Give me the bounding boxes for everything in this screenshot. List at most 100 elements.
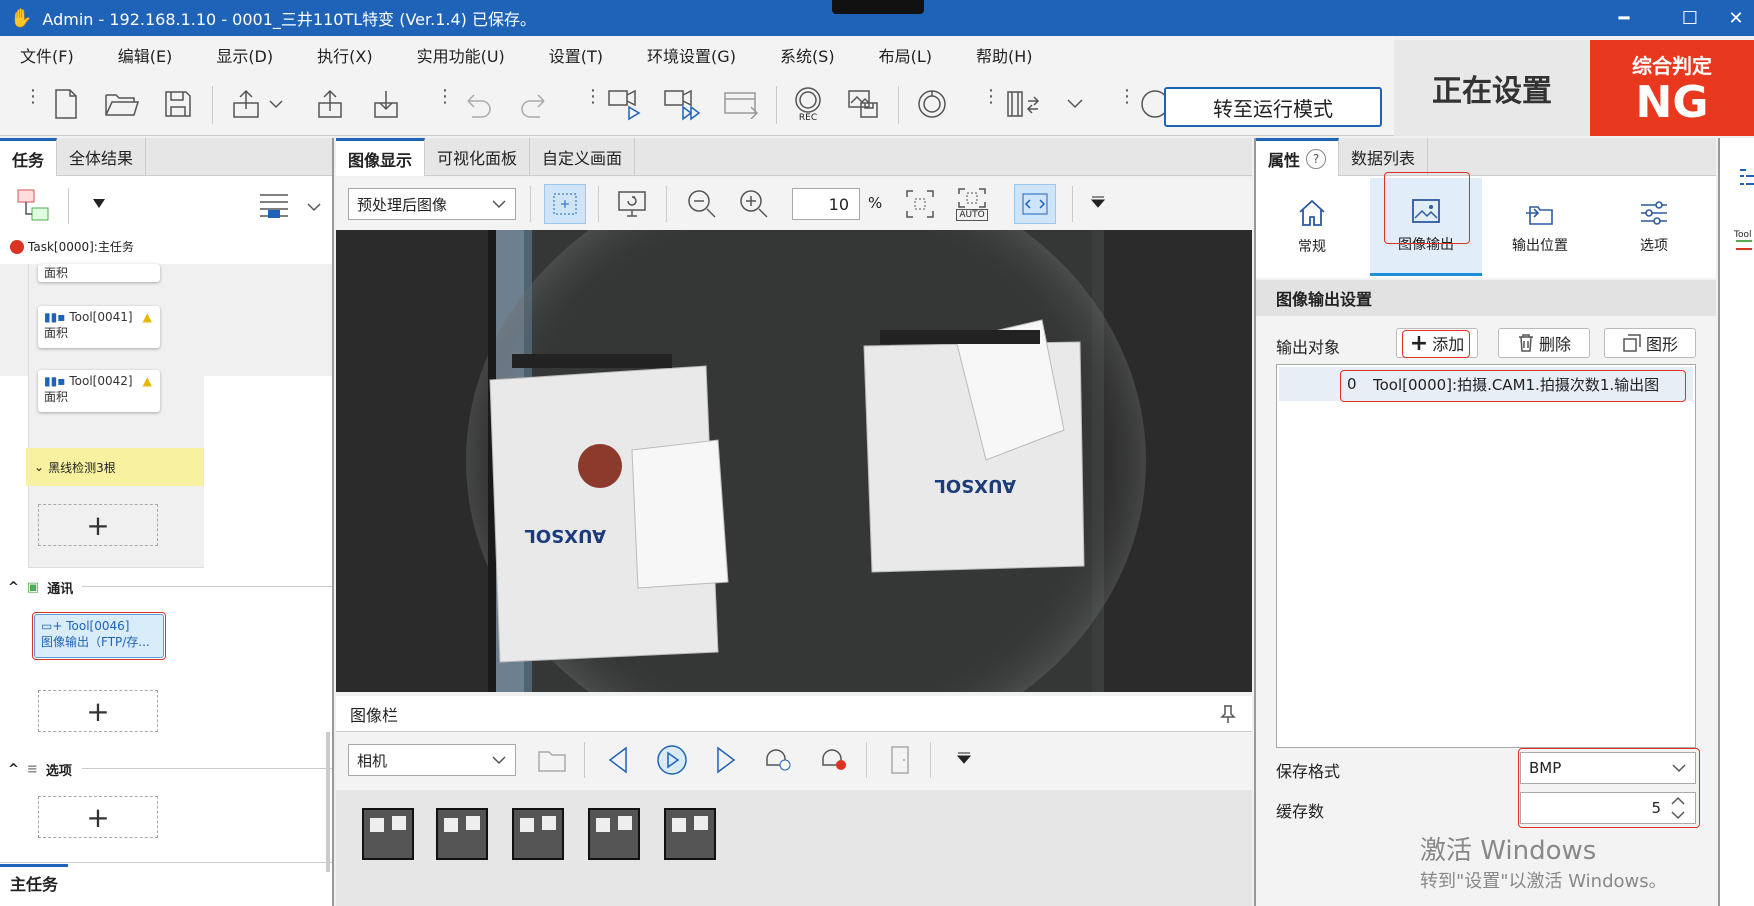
tree-icon[interactable] [1738,168,1754,192]
download-icon[interactable] [368,84,404,124]
menu-system[interactable]: 系统(S) [780,43,835,67]
menu-utilities[interactable]: 实用功能(U) [417,43,505,67]
image-thumbnail[interactable] [588,808,640,860]
record-loop-icon[interactable] [814,740,854,780]
tab-task[interactable]: 任务 [0,138,58,176]
image-thumbnail[interactable] [664,808,716,860]
chevron-down-icon[interactable] [306,202,322,212]
chevron-down-icon[interactable] [1060,84,1090,124]
expand-down-icon[interactable] [1088,192,1108,212]
image-thumbnail[interactable] [512,808,564,860]
fit-image-icon[interactable] [900,184,940,224]
help-icon[interactable]: ? [1306,148,1327,169]
toolbar-grip[interactable]: ⋮ [1118,88,1136,118]
previous-image-icon[interactable] [598,740,638,780]
menu-settings[interactable]: 设置(T) [549,43,603,67]
tab-all-results[interactable]: 全体结果 [57,138,147,176]
menu-view[interactable]: 显示(D) [216,43,273,67]
export-icon[interactable] [228,84,288,124]
image-type-value: 预处理后图像 [357,195,448,214]
category-general[interactable]: 常规 [1256,178,1368,276]
record-button[interactable]: REC [788,84,828,124]
section-comm[interactable]: ^ ▣ 通讯 [8,578,73,597]
tool-card-partial[interactable]: 面积 [38,264,160,282]
redo-icon[interactable] [516,84,552,124]
category-output-location[interactable]: 输出位置 [1484,178,1596,276]
tab-properties[interactable]: 属性? [1256,138,1340,176]
new-file-icon[interactable] [48,84,84,124]
select-mode-icon[interactable] [544,184,586,224]
image-source-select[interactable]: 相机 [348,744,516,776]
timer-icon[interactable] [912,84,952,124]
capture-run-icon[interactable] [606,84,646,124]
tool-card-0042[interactable]: ▮▮▪ Tool[0042] ▲ 面积 [38,370,160,412]
zoom-input[interactable]: 10 [792,188,860,220]
zoom-out-icon[interactable] [682,184,722,224]
menu-layout[interactable]: 布局(L) [879,43,932,67]
minimize-button[interactable]: ━ [1598,0,1650,36]
upload-icon[interactable] [312,84,348,124]
display-window-icon[interactable] [722,84,762,124]
toolbar-grip[interactable]: ⋮ [982,88,1000,118]
menu-file[interactable]: 文件(F) [20,43,74,67]
image-type-select[interactable]: 预处理后图像 [348,188,516,220]
open-folder-icon[interactable] [102,84,142,124]
flow-tree-icon[interactable] [16,188,52,224]
auto-fit-button[interactable]: AUTO [950,182,994,226]
task-panel: 任务 全体结果 Task[0000]:主任务 面积 ▮▮▪ Tool[0041] ▲… [0,138,334,906]
judgement-label: 综合判定 [1632,54,1712,78]
shape-button[interactable]: 图形 [1604,328,1696,358]
image-source-value: 相机 [357,751,388,770]
exit-icon[interactable] [880,740,920,780]
scrollbar[interactable] [326,732,330,872]
list-view-icon[interactable] [258,192,290,220]
toolbar-grip[interactable]: ⋮ [436,88,454,118]
add-tool-button[interactable]: + [38,796,158,838]
task-label[interactable]: Task[0000]:主任务 [10,238,134,255]
image-thumbnail[interactable] [362,808,414,860]
zoom-in-icon[interactable] [734,184,774,224]
image-save-icon[interactable] [844,84,884,124]
category-options[interactable]: 选项 [1598,178,1710,276]
fit-screen-icon[interactable] [612,184,652,224]
close-button[interactable]: ✕ [1718,0,1754,36]
play-image-icon[interactable] [650,740,694,780]
expand-down-icon[interactable] [92,198,106,210]
next-image-icon[interactable] [706,740,746,780]
toolbar-grip[interactable]: ⋮ [584,88,602,118]
add-tool-button[interactable]: + [38,504,158,546]
expand-down-icon[interactable] [954,748,974,768]
menu-edit[interactable]: 编辑(E) [118,43,173,67]
auto-label: AUTO [956,209,988,221]
save-icon[interactable] [160,84,196,124]
add-tool-button[interactable]: + [38,690,158,732]
maximize-button[interactable]: ☐ [1664,0,1716,36]
image-bar: 图像栏 相机 [336,696,1252,906]
undo-icon[interactable] [460,84,496,124]
sync-view-icon[interactable] [1014,184,1056,224]
tab-main-task[interactable]: 主任务 [0,864,69,898]
tab-custom-screen[interactable]: 自定义画面 [530,138,636,176]
group-header[interactable]: ⌄ 黑线检测3根 [26,448,204,486]
section-options[interactable]: ^ ≡ 选项 [8,760,72,779]
run-mode-button[interactable]: 转至运行模式 [1164,87,1382,127]
menu-run[interactable]: 执行(X) [317,43,372,67]
tab-data-list[interactable]: 数据列表 [1339,138,1429,176]
tool-type-icon: ▮▮▪ [44,374,66,388]
toolbar-grip[interactable]: ⋮ [24,88,42,118]
image-thumbnail[interactable] [436,808,488,860]
capture-continuous-icon[interactable] [662,84,706,124]
tool-card-0041[interactable]: ▮▮▪ Tool[0041] ▲ 面积 [38,306,160,348]
delete-button[interactable]: 删除 [1498,328,1590,358]
tab-image-display[interactable]: 图像显示 [336,138,426,176]
image-viewport[interactable]: AUXSOL AUXSOL [336,230,1252,692]
tab-visual-panel[interactable]: 可视化面板 [425,138,531,176]
pin-icon[interactable] [1216,702,1240,726]
layout-switch-icon[interactable] [1002,84,1048,124]
menu-environment[interactable]: 环境设置(G) [647,43,736,67]
open-images-icon[interactable] [532,740,572,780]
menu-help[interactable]: 帮助(H) [976,43,1033,67]
home-icon [1299,199,1325,226]
output-target-list[interactable]: 0 Tool[0000]:拍摄.CAM1.拍摄次数1.输出图 [1276,364,1696,748]
loop-once-icon[interactable] [758,740,798,780]
